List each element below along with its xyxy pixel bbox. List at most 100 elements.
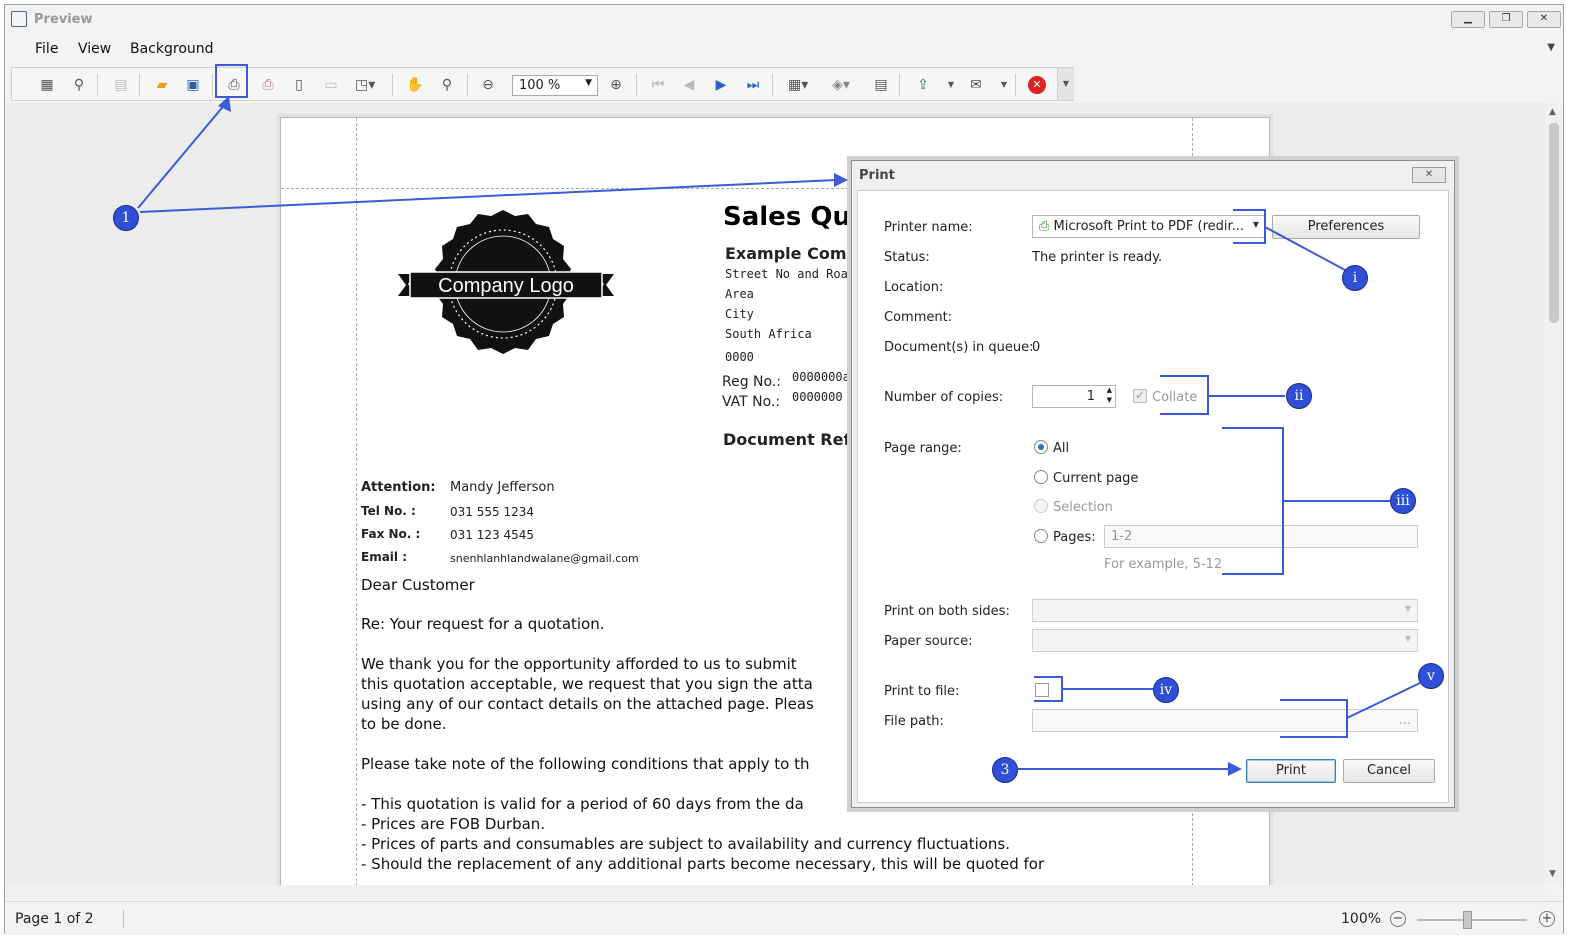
callout-i: i [1342, 265, 1368, 291]
close-window-button[interactable]: ✕ [1527, 11, 1561, 28]
printer-name-value: Microsoft Print to PDF (redir... [1053, 219, 1245, 234]
page-setup-icon[interactable]: ▯ [290, 76, 308, 94]
print-dialog: Print ✕ Printer name: ⎙ Microsoft Print … [851, 160, 1455, 808]
range-all-radio[interactable] [1034, 440, 1048, 454]
export-dropdown-icon[interactable]: ▼ [942, 76, 960, 94]
company-logo-text: Company Logo [438, 275, 574, 297]
export-icon[interactable]: ⇪ [914, 76, 932, 94]
document-map-icon[interactable]: ▦ [38, 76, 56, 94]
vat-no-value: 0000000 [792, 390, 843, 404]
copies-stepper[interactable]: 1 ▲ ▼ [1032, 385, 1116, 408]
quick-print-icon[interactable]: ⎙ [259, 76, 277, 94]
paper-source-combo[interactable]: ▼ [1032, 629, 1418, 652]
menu-bar: File View Background ▼ [5, 36, 1563, 62]
send-email-icon[interactable]: ✉ [967, 76, 985, 94]
send-dropdown-icon[interactable]: ▼ [995, 76, 1013, 94]
collate-label: Collate [1152, 390, 1198, 405]
browse-icon[interactable]: ... [1399, 713, 1411, 728]
both-sides-label: Print on both sides: [884, 604, 1010, 619]
chevron-down-icon: ▼ [1404, 634, 1411, 643]
print-button[interactable]: Print [1246, 759, 1336, 783]
horizontal-scrollbar[interactable] [5, 885, 1545, 899]
both-sides-combo[interactable]: ▼ [1032, 599, 1418, 622]
zoom-slider-thumb[interactable] [1463, 911, 1472, 929]
tel-value: 031 555 1234 [450, 505, 534, 519]
scrollbar-thumb[interactable] [1549, 123, 1559, 323]
status-bar: Page 1 of 2 100% − + [5, 901, 1563, 935]
callout-3: 3 [992, 757, 1018, 783]
toolbar-options-icon[interactable]: ▼ [1057, 68, 1074, 100]
dialog-close-button[interactable]: ✕ [1412, 167, 1446, 183]
greeting: Dear Customer [361, 576, 475, 594]
ribbon-collapse-icon[interactable]: ▼ [1547, 42, 1555, 53]
menu-view[interactable]: View [78, 41, 111, 57]
stepper-up-icon[interactable]: ▲ [1107, 386, 1112, 394]
condition-line: - Should the replacement of any addition… [361, 855, 1045, 873]
callout-v: v [1418, 663, 1444, 689]
range-selection-radio[interactable] [1034, 499, 1048, 513]
callout-iv: iv [1153, 677, 1179, 703]
scale-icon[interactable]: ◳▾ [355, 76, 375, 94]
maximize-button[interactable]: ❐ [1489, 11, 1523, 28]
last-page-icon[interactable]: ⏭ [744, 76, 762, 94]
callout-iii: iii [1390, 488, 1416, 514]
print-icon[interactable]: ⎙ [225, 76, 243, 94]
printer-name-combo[interactable]: ⎙ Microsoft Print to PDF (redir... ▼ [1032, 215, 1266, 238]
previous-page-icon[interactable]: ◀ [680, 76, 698, 94]
zoom-out-icon[interactable]: ⊖ [479, 76, 497, 94]
queue-value: 0 [1032, 340, 1041, 355]
zoom-slider[interactable] [1417, 919, 1527, 921]
collate-checkbox[interactable]: ✓ [1133, 389, 1147, 403]
find-icon[interactable]: ⚲ [70, 76, 88, 94]
vertical-scrollbar[interactable]: ▲ ▼ [1545, 103, 1563, 885]
scroll-down-icon[interactable]: ▼ [1549, 869, 1556, 879]
print-to-file-label: Print to file: [884, 684, 960, 699]
address-line: Street No and Road N [725, 267, 870, 281]
print-dialog-title: Print [859, 168, 895, 183]
multiple-pages-icon[interactable]: ▦▾ [788, 76, 808, 94]
reg-no-label: Reg No.: [722, 374, 782, 390]
cancel-button[interactable]: Cancel [1343, 759, 1435, 783]
email-value: snenhlanhlandwalane@gmail.com [450, 552, 639, 565]
file-path-input[interactable]: ... [1032, 709, 1418, 732]
first-page-icon[interactable]: ⏮ [649, 76, 667, 94]
zoom-out-status-icon[interactable]: − [1390, 911, 1406, 927]
scroll-up-icon[interactable]: ▲ [1549, 107, 1556, 117]
close-preview-icon[interactable]: ✕ [1028, 76, 1046, 94]
watermark-icon[interactable]: ▤ [872, 76, 890, 94]
range-all-label: All [1053, 441, 1070, 456]
header-footer-icon[interactable]: ▭ [322, 76, 340, 94]
preferences-button[interactable]: Preferences [1272, 215, 1420, 239]
background-color-icon[interactable]: ◈▾ [832, 76, 850, 94]
stepper-down-icon[interactable]: ▼ [1107, 396, 1112, 404]
save-icon[interactable]: ▣ [184, 76, 202, 94]
chevron-down-icon: ▼ [1404, 604, 1411, 613]
location-label: Location: [884, 280, 944, 295]
range-current-label: Current page [1053, 471, 1139, 486]
magnifier-icon[interactable]: ⚲ [438, 76, 456, 94]
callout-ii: ii [1286, 383, 1312, 409]
copies-value: 1 [1086, 389, 1095, 404]
company-logo: Company Logo [398, 210, 614, 354]
range-current-radio[interactable] [1034, 470, 1048, 484]
range-pages-radio[interactable] [1034, 529, 1048, 543]
attention-value: Mandy Jefferson [450, 480, 555, 495]
menu-file[interactable]: File [35, 41, 58, 57]
status-zoom: 100% [1341, 911, 1382, 927]
pages-input[interactable]: 1-2 [1104, 525, 1418, 548]
hand-tool-icon[interactable]: ✋ [406, 76, 424, 94]
minimize-button[interactable]: ▁ [1451, 11, 1485, 28]
fax-value: 031 123 4545 [450, 528, 534, 542]
zoom-in-icon[interactable]: ⊕ [607, 76, 625, 94]
paragraph-line: using any of our contact details on the … [361, 695, 814, 713]
menu-background[interactable]: Background [130, 41, 214, 57]
parameters-icon[interactable]: ▤ [112, 76, 130, 94]
next-page-icon[interactable]: ▶ [712, 76, 730, 94]
print-to-file-checkbox[interactable] [1035, 683, 1049, 697]
chevron-down-icon: ▼ [585, 78, 592, 88]
zoom-combo[interactable]: 100 % ▼ [512, 75, 598, 96]
address-line: Area [725, 287, 754, 301]
zoom-in-status-icon[interactable]: + [1539, 911, 1555, 927]
open-folder-icon[interactable]: ▰ [153, 76, 171, 94]
copies-label: Number of copies: [884, 390, 1004, 405]
